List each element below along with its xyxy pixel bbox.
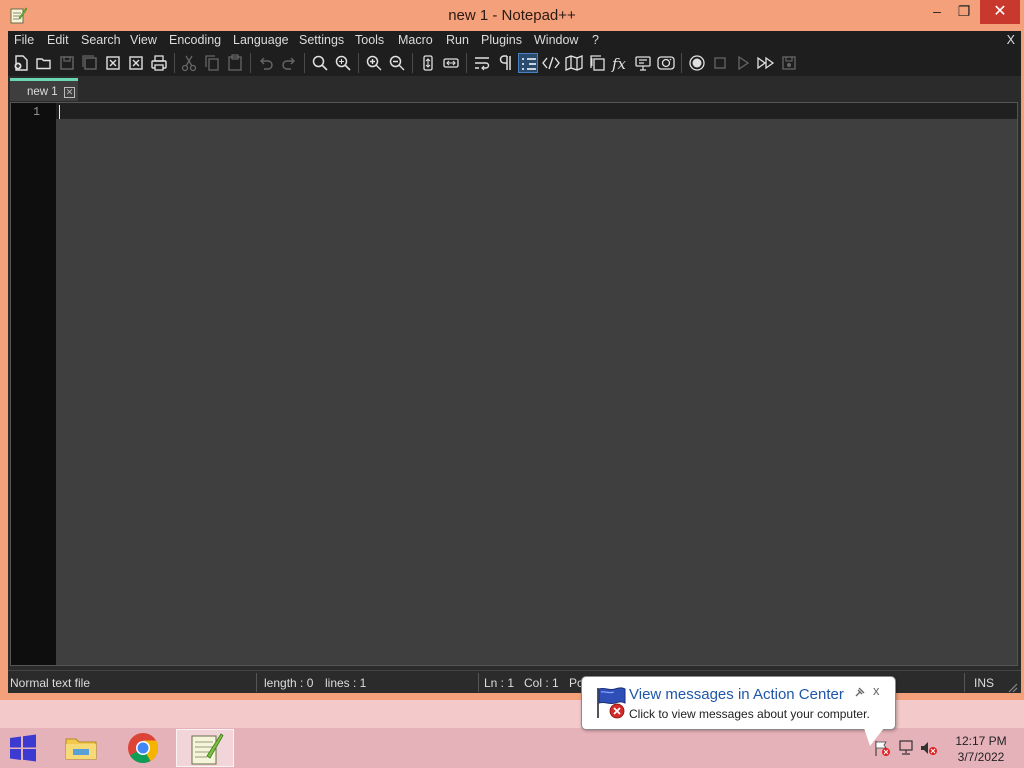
menu-search[interactable]: Search: [81, 33, 121, 47]
save-icon[interactable]: [57, 53, 77, 73]
text-editor[interactable]: 1: [10, 102, 1018, 666]
status-length: length : 0: [264, 676, 314, 690]
resize-grip-icon[interactable]: [1008, 680, 1018, 693]
sync-horizontal-icon[interactable]: [441, 53, 461, 73]
tab-new-1[interactable]: new 1 ✕: [10, 78, 78, 101]
maximize-button[interactable]: ❐: [950, 0, 978, 24]
toolbar-separator: [304, 53, 305, 73]
notification-close-button[interactable]: x: [873, 683, 880, 698]
menu-view[interactable]: View: [130, 33, 157, 47]
xml-tag-icon[interactable]: [541, 53, 561, 73]
window-title: new 1 - Notepad++: [448, 7, 576, 24]
notification-title[interactable]: View messages in Action Center: [629, 686, 844, 703]
tab-bar: new 1 ✕: [8, 76, 1021, 101]
notification-pointer: [864, 728, 884, 746]
text-caret: [59, 105, 60, 119]
current-line-highlight: [56, 103, 1017, 119]
status-file-type: Normal text file: [10, 676, 91, 690]
close-document-button[interactable]: X: [1007, 33, 1015, 47]
save-macro-icon[interactable]: [779, 53, 799, 73]
function-list-icon[interactable]: fx: [610, 53, 630, 73]
clock-time[interactable]: 12:17 PM: [946, 734, 1016, 748]
status-insert-mode: INS: [974, 676, 995, 690]
cut-icon[interactable]: [179, 53, 199, 73]
clock-date[interactable]: 3/7/2022: [946, 750, 1016, 764]
undo-icon[interactable]: [256, 53, 276, 73]
toolbar-separator: [174, 53, 175, 73]
document-list-icon[interactable]: [587, 53, 607, 73]
menu-run[interactable]: Run: [446, 33, 469, 47]
find-icon[interactable]: [310, 53, 330, 73]
save-all-icon[interactable]: [80, 53, 100, 73]
status-line-number: Ln : 1: [484, 676, 515, 690]
chrome-icon[interactable]: [114, 729, 172, 767]
status-lines: lines : 1: [325, 676, 367, 690]
menu-tools[interactable]: Tools: [355, 33, 384, 47]
line-number: 1: [33, 106, 40, 119]
volume-muted-icon[interactable]: [920, 740, 938, 756]
menu-window[interactable]: Window: [534, 33, 578, 47]
svg-text:fx: fx: [611, 55, 627, 73]
menu-settings[interactable]: Settings: [299, 33, 344, 47]
toolbar-separator: [250, 53, 251, 73]
redo-icon[interactable]: [279, 53, 299, 73]
title-bar[interactable]: new 1 - Notepad++ ‒ ❐ ✕: [0, 0, 1024, 31]
tab-close-icon[interactable]: ✕: [64, 87, 75, 98]
play-macro-icon[interactable]: [733, 53, 753, 73]
copy-icon[interactable]: [202, 53, 222, 73]
zoom-out-icon[interactable]: [387, 53, 407, 73]
action-center-flag-icon: [592, 686, 628, 720]
menu-help[interactable]: ?: [592, 33, 599, 47]
open-file-icon[interactable]: [34, 53, 54, 73]
status-separator: [964, 673, 965, 692]
paste-icon[interactable]: [225, 53, 245, 73]
action-center-notification[interactable]: View messages in Action Center Click to …: [581, 676, 896, 730]
pin-icon[interactable]: [854, 685, 866, 697]
menu-bar: File Edit Search View Encoding Language …: [8, 31, 1021, 50]
menu-encoding[interactable]: Encoding: [169, 33, 221, 47]
status-separator: [478, 673, 479, 692]
start-button-icon[interactable]: [8, 734, 38, 762]
new-file-icon[interactable]: [11, 53, 31, 73]
menu-language[interactable]: Language: [233, 33, 289, 47]
replace-icon[interactable]: [333, 53, 353, 73]
toolbar-separator: [412, 53, 413, 73]
word-wrap-icon[interactable]: [472, 53, 492, 73]
network-icon[interactable]: [897, 740, 915, 756]
application-client-area: File Edit Search View Encoding Language …: [8, 31, 1021, 693]
notification-body[interactable]: Click to view messages about your comput…: [629, 707, 870, 721]
status-separator: [256, 673, 257, 692]
close-window-button[interactable]: ✕: [980, 0, 1020, 24]
show-all-characters-icon[interactable]: [495, 53, 515, 73]
close-all-icon[interactable]: [126, 53, 146, 73]
close-icon[interactable]: [103, 53, 123, 73]
status-column: Col : 1: [524, 676, 559, 690]
toolbar: fx: [8, 50, 1021, 76]
monitoring-icon[interactable]: [656, 53, 676, 73]
line-number-gutter: 1: [11, 103, 56, 665]
toolbar-separator: [681, 53, 682, 73]
toolbar-separator: [466, 53, 467, 73]
menu-macro[interactable]: Macro: [398, 33, 433, 47]
notepad-plus-plus-icon[interactable]: [176, 729, 234, 767]
print-icon[interactable]: [149, 53, 169, 73]
minimize-button[interactable]: ‒: [922, 0, 952, 24]
file-explorer-icon[interactable]: [52, 729, 110, 767]
stop-recording-icon[interactable]: [710, 53, 730, 73]
zoom-in-icon[interactable]: [364, 53, 384, 73]
menu-plugins[interactable]: Plugins: [481, 33, 522, 47]
toolbar-separator: [358, 53, 359, 73]
notepad-plus-plus-window: new 1 - Notepad++ ‒ ❐ ✕ File Edit Search…: [0, 0, 1024, 700]
sync-vertical-icon[interactable]: [418, 53, 438, 73]
record-macro-icon[interactable]: [687, 53, 707, 73]
tab-label: new 1: [27, 86, 58, 98]
document-map-icon[interactable]: [564, 53, 584, 73]
folder-as-workspace-icon[interactable]: [633, 53, 653, 73]
run-macro-multiple-icon[interactable]: [756, 53, 776, 73]
menu-edit[interactable]: Edit: [47, 33, 69, 47]
indent-guide-icon[interactable]: [518, 53, 538, 73]
menu-file[interactable]: File: [14, 33, 34, 47]
